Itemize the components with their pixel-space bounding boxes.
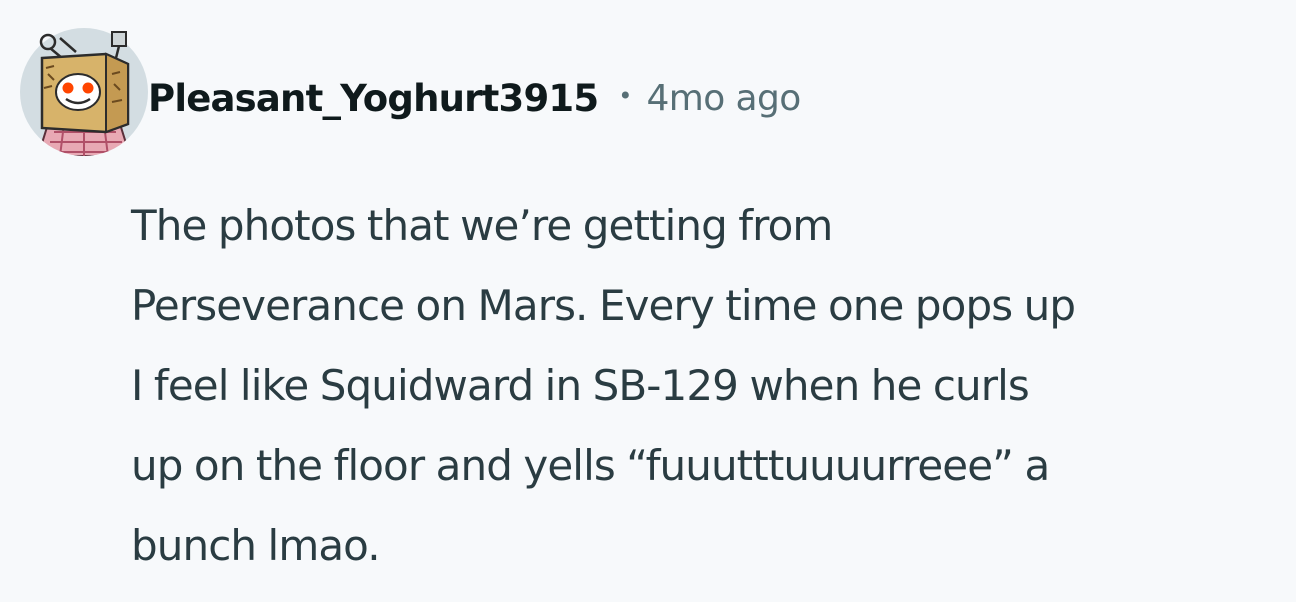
comment: Pleasant_Yoghurt3915 • 4mo ago The photo… [0, 0, 1296, 602]
comment-body: The photos that we’re getting from Perse… [131, 186, 1291, 586]
comment-meta: Pleasant_Yoghurt3915 • 4mo ago [148, 70, 801, 126]
comment-body-line: up on the floor and yells “fuuutttuuuurr… [131, 441, 1050, 490]
comment-body-line: bunch lmao. [131, 521, 381, 570]
author-username[interactable]: Pleasant_Yoghurt3915 [148, 77, 599, 120]
snoo-box-head-avatar-icon [20, 28, 148, 156]
meta-separator: • [618, 82, 633, 110]
comment-body-line: Perseverance on Mars. Every time one pop… [131, 281, 1076, 330]
avatar[interactable] [20, 28, 148, 156]
comment-body-line: The photos that we’re getting from [131, 201, 833, 250]
comment-body-line: I feel like Squidward in SB-129 when he … [131, 361, 1030, 410]
comment-timestamp[interactable]: 4mo ago [646, 78, 801, 119]
